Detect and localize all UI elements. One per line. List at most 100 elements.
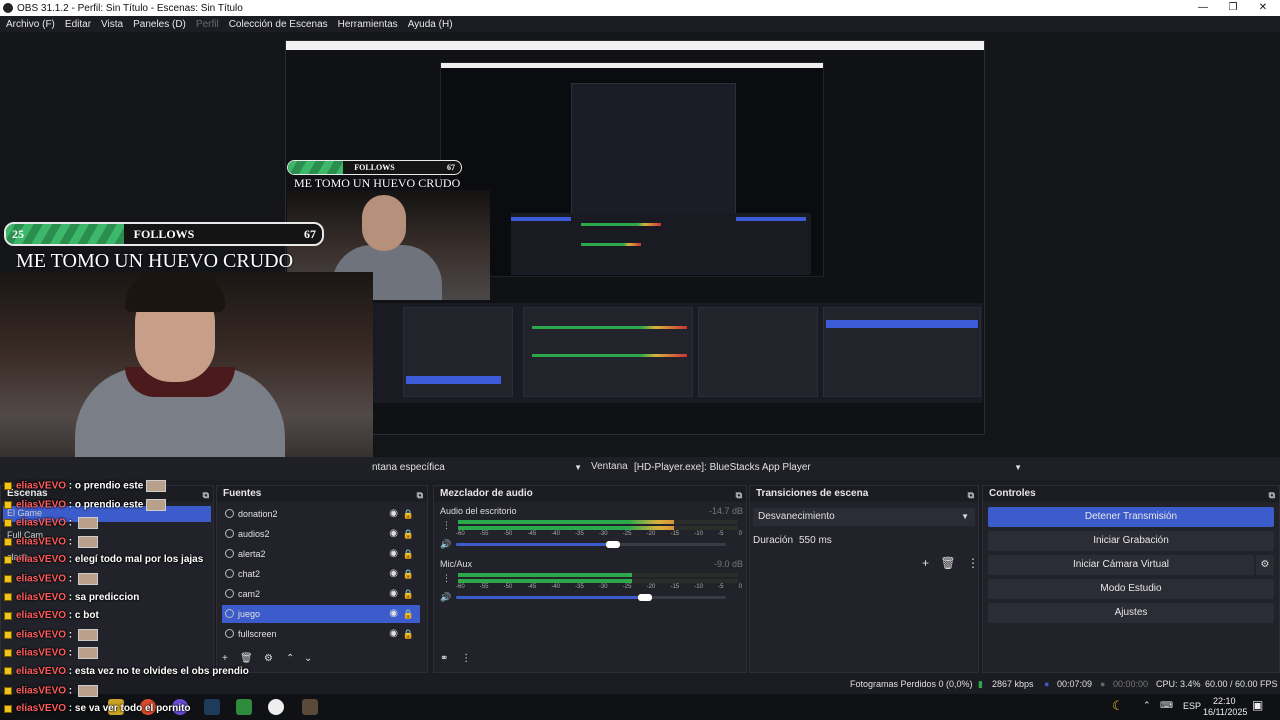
volume-slider-fill [456,596,645,599]
lock-icon[interactable]: 🔒 [403,605,414,623]
menu-item-1[interactable]: Editar [65,19,91,30]
chevron-up-icon[interactable]: ⌃ [1143,700,1151,711]
captured-meter-1 [532,326,687,329]
menu-item-2[interactable]: Vista [101,19,123,30]
rec-status-icon: ● [1100,679,1106,689]
keyboard-icon[interactable]: ⌨ [1160,700,1173,711]
nested-stream-bar [736,217,806,221]
minimize-button[interactable]: — [1188,0,1218,16]
maximize-button[interactable]: ❐ [1218,0,1248,16]
undock-icon[interactable]: ⧉ [968,487,974,503]
virtual-cam-settings-gear-icon[interactable]: ⚙ [1256,555,1274,575]
menu-item-7[interactable]: Ayuda (H) [408,19,453,30]
eye-icon[interactable]: ◉ [389,585,398,603]
chat-text: elegí todo mal por los jajas [74,554,204,566]
volume-slider-handle[interactable] [638,594,652,601]
clock-time[interactable]: 22:10 [1213,696,1236,706]
eye-icon[interactable]: ◉ [389,525,398,543]
volume-slider-handle[interactable] [606,541,620,548]
lock-icon[interactable]: 🔒 [403,565,414,583]
eye-icon[interactable]: ◉ [389,605,398,623]
chat-text: se va ver todo el pornito [74,703,191,715]
overlay-headline-nested: ME TOMO UN HUEVO CRUDO [294,176,461,190]
notification-icon[interactable]: ▣ [1252,698,1263,712]
stream-time: 00:07:09 [1057,679,1093,689]
close-button[interactable]: ✕ [1248,0,1278,16]
eye-icon[interactable]: ◉ [389,545,398,563]
lock-icon[interactable]: 🔒 [403,505,414,523]
fps: 60.00 / 60.00 FPS [1205,679,1278,689]
add-transition-icon[interactable]: + [922,556,929,570]
chat-message: eliasVEVO : [4,647,98,660]
menu-item-0[interactable]: Archivo (F) [6,19,55,30]
undock-icon[interactable]: ⧉ [1269,487,1275,503]
gear-icon[interactable]: ⚙ [264,653,273,664]
chat-message: eliasVEVO : [4,628,98,641]
settings-button[interactable]: Ajustes [988,603,1274,623]
link-icon[interactable]: ⚭ [440,653,448,664]
menu-item-6[interactable]: Herramientas [338,19,398,30]
lock-icon[interactable]: 🔒 [403,545,414,563]
lock-icon[interactable]: 🔒 [403,585,414,603]
menu-item-3[interactable]: Paneles (D) [133,19,186,30]
more-options-icon[interactable]: ⋮ [461,653,471,664]
more-options-icon[interactable]: ⋮ [967,556,979,570]
speaker-icon[interactable]: 🔊 [440,592,451,603]
transition-select[interactable]: Desvanecimiento ▼ [753,508,975,526]
captured-docks [373,303,983,403]
eye-icon[interactable]: ◉ [389,505,398,523]
game-icon[interactable] [302,699,318,715]
trash-icon[interactable]: 🗑 [940,556,955,570]
lock-icon[interactable]: 🔒 [403,525,414,543]
lock-icon[interactable]: 🔒 [403,625,414,643]
chevron-down-icon[interactable]: ⌄ [304,653,312,664]
moon-icon[interactable]: ☾ [1112,698,1124,714]
mixer-channel-db: -9.0 dB [713,559,743,569]
chat-message: eliasVEVO : esta vez no te olvides el ob… [4,666,249,677]
meter-tick: -50 [503,584,513,590]
chevron-up-icon[interactable]: ⌃ [286,653,294,664]
channel-menu-icon[interactable]: ⋮ [442,520,451,531]
language-indicator[interactable]: ESP [1183,701,1201,711]
chat-username: eliasVEVO [16,629,67,641]
meter-scale: -60 -55 -50 -45 -40 -35 -30 -25 -20 -15 -10 -5 0 [456,584,742,590]
sub-badge-icon [4,500,12,509]
mixer-channel-db: -14.7 dB [708,506,743,516]
eye-icon[interactable]: ◉ [389,565,398,583]
follows-goal: 67 [304,226,316,241]
studio-mode-button[interactable]: Modo Estudio [988,579,1274,599]
meter-tick: -15 [670,584,680,590]
overlay-headline: ME TOMO UN HUEVO CRUDO [16,250,294,272]
sub-badge-icon [4,592,12,601]
transition-select-value: Desvanecimiento [758,511,835,522]
obs-logo-icon [3,3,13,13]
sub-badge-icon [4,686,12,695]
captured-controls-dock [823,307,981,397]
stop-stream-button[interactable]: Detener Transmisión [988,507,1274,527]
duration-field[interactable]: 550 ms [795,532,975,550]
menu-item-5[interactable]: Colección de Escenas [229,19,328,30]
undock-icon[interactable]: ⧉ [417,487,423,503]
menu-item-4[interactable]: Perfil [196,19,219,30]
chat-username: eliasVEVO [16,554,67,566]
clock-date[interactable]: 16/11/2025 [1203,707,1247,717]
nested-preview-docks [511,213,811,275]
channel-menu-icon[interactable]: ⋮ [442,573,451,584]
chat-emote-icon [77,684,98,697]
speaker-icon[interactable]: 🔊 [440,539,451,550]
start-virtual-cam-button[interactable]: Iniciar Cámara Virtual [988,555,1254,575]
eye-icon[interactable]: ◉ [389,625,398,643]
window-select-dropdown[interactable]: [HD-Player.exe]: BlueStacks App Player ▼ [630,459,1028,477]
chat-text: o prendio este [74,499,144,511]
level-meter-fill [458,573,632,577]
meter-scale: -60 -55 -50 -45 -40 -35 -30 -25 -20 -15 -10 -5 0 [456,531,742,537]
mixer-channel-name: Audio del escritorio [440,506,517,516]
undock-icon[interactable]: ⧉ [736,487,742,503]
start-recording-button[interactable]: Iniciar Grabación [988,531,1274,551]
meter-tick: -20 [646,584,656,590]
capture-method-dropdown[interactable]: ntana específica ▼ [368,459,588,477]
meter-tick: -25 [622,584,632,590]
menu-bar: Archivo (F) Editar Vista Paneles (D) Perfil C… [0,16,1280,32]
obs-taskbar-icon[interactable] [268,699,284,715]
chat-username: eliasVEVO [16,499,67,511]
